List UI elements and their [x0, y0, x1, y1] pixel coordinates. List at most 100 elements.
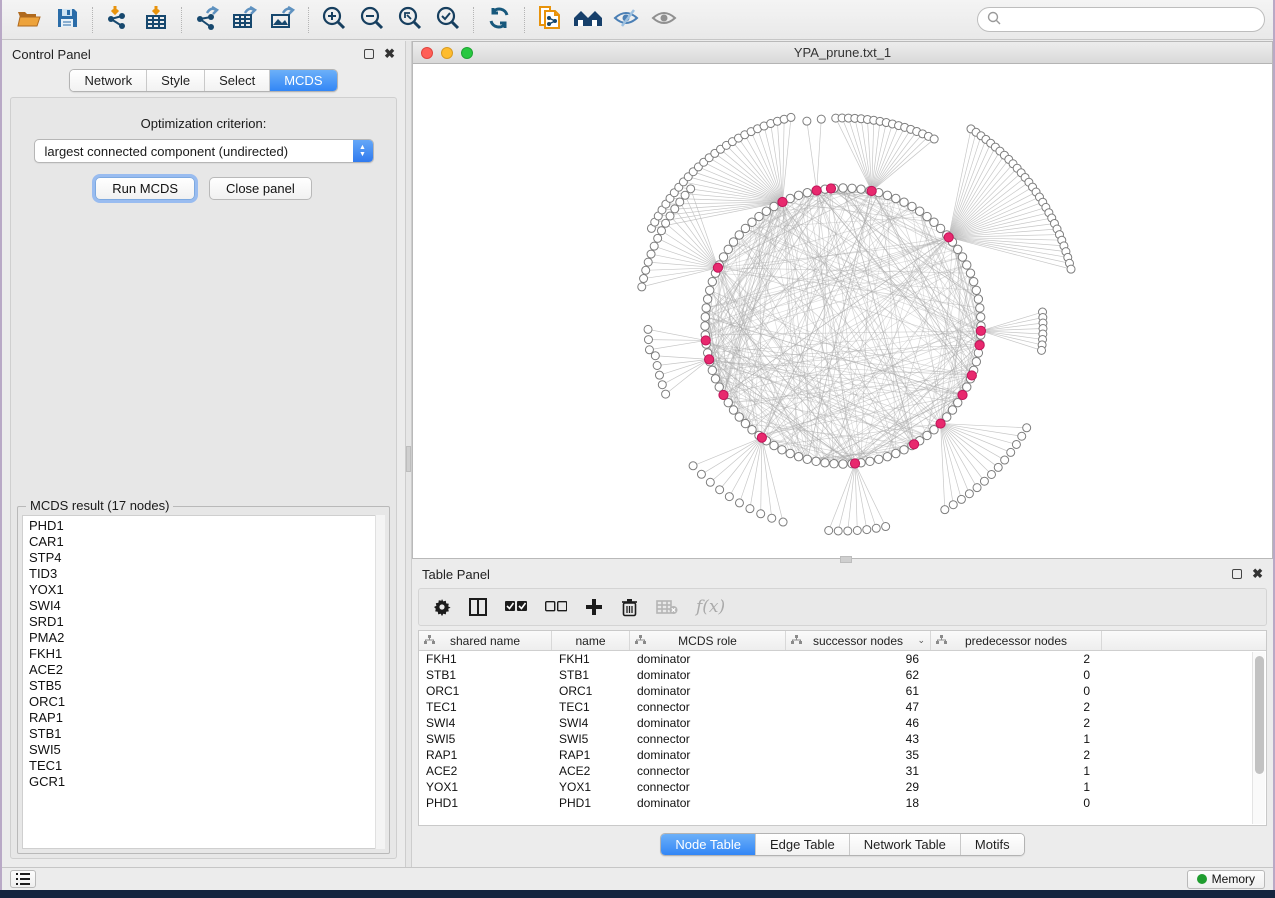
network-node[interactable] — [770, 441, 778, 449]
network-node[interactable] — [650, 242, 658, 250]
column-header-shared-name[interactable]: shared name — [419, 631, 552, 650]
network-node[interactable] — [657, 227, 665, 235]
column-header-name[interactable]: name — [552, 631, 630, 650]
mcds-result-list[interactable]: PHD1CAR1STP4TID3YOX1SWI4SRD1PMA2FKH1ACE2… — [22, 515, 385, 849]
network-node[interactable] — [875, 455, 883, 463]
close-panel-icon[interactable]: ✖ — [384, 49, 395, 59]
network-node[interactable] — [987, 470, 995, 478]
hide-selected-button[interactable] — [607, 4, 645, 36]
network-node[interactable] — [697, 470, 705, 478]
mcds-hub-node[interactable] — [975, 341, 984, 350]
table-vertical-scrollbar[interactable] — [1252, 652, 1265, 824]
tab-node-table[interactable]: Node Table — [661, 834, 756, 855]
network-node[interactable] — [702, 304, 710, 312]
network-node[interactable] — [644, 336, 652, 344]
task-history-button[interactable] — [10, 870, 36, 888]
deselect-all-checkboxes-button[interactable] — [545, 600, 567, 614]
network-node[interactable] — [647, 250, 655, 258]
network-node[interactable] — [866, 457, 874, 465]
mcds-result-item[interactable]: STP4 — [29, 550, 384, 566]
close-table-panel-icon[interactable]: ✖ — [1252, 569, 1263, 579]
mcds-hub-node[interactable] — [826, 184, 835, 193]
network-node[interactable] — [708, 277, 716, 285]
network-node[interactable] — [844, 527, 852, 535]
network-node[interactable] — [687, 185, 695, 193]
network-node[interactable] — [817, 115, 825, 123]
network-node[interactable] — [746, 505, 754, 513]
network-node[interactable] — [821, 459, 829, 467]
network-node[interactable] — [741, 419, 749, 427]
add-column-button[interactable] — [585, 598, 603, 616]
network-node[interactable] — [977, 313, 985, 321]
network-node[interactable] — [848, 184, 856, 192]
network-node[interactable] — [1018, 432, 1026, 440]
column-header-successor-nodes[interactable]: successor nodes⌄ — [786, 631, 931, 650]
sort-chevron-icon[interactable]: ⌄ — [917, 635, 925, 646]
network-node[interactable] — [1067, 265, 1075, 273]
network-node[interactable] — [834, 527, 842, 535]
mcds-hub-node[interactable] — [757, 433, 766, 442]
mcds-result-item[interactable]: SWI4 — [29, 598, 384, 614]
network-node[interactable] — [976, 304, 984, 312]
table-row[interactable]: PHD1PHD1dominator180 — [419, 795, 1266, 811]
network-node[interactable] — [803, 455, 811, 463]
network-node[interactable] — [883, 452, 891, 460]
network-node[interactable] — [729, 406, 737, 414]
mcds-hub-node[interactable] — [812, 186, 821, 195]
network-node[interactable] — [748, 218, 756, 226]
criterion-dropdown[interactable]: largest connected component (undirected)… — [34, 139, 374, 163]
mcds-result-item[interactable]: STB5 — [29, 678, 384, 694]
network-node[interactable] — [676, 198, 684, 206]
network-node[interactable] — [794, 452, 802, 460]
run-mcds-button[interactable]: Run MCDS — [95, 177, 195, 200]
result-list-scrollbar[interactable] — [375, 515, 385, 849]
network-node[interactable] — [825, 527, 833, 535]
zoom-in-button[interactable] — [315, 4, 353, 36]
network-node[interactable] — [715, 383, 723, 391]
network-canvas[interactable] — [413, 64, 1272, 558]
network-node[interactable] — [812, 457, 820, 465]
mcds-result-item[interactable]: PMA2 — [29, 630, 384, 646]
network-node[interactable] — [708, 366, 716, 374]
network-node[interactable] — [706, 286, 714, 294]
network-node[interactable] — [941, 506, 949, 514]
table-row[interactable]: ACE2ACE2connector311 — [419, 763, 1266, 779]
table-row[interactable]: SWI4SWI4dominator462 — [419, 715, 1266, 731]
zoom-out-button[interactable] — [353, 4, 391, 36]
network-node[interactable] — [725, 493, 733, 501]
mcds-result-item[interactable]: TID3 — [29, 566, 384, 582]
network-node[interactable] — [974, 295, 982, 303]
network-node[interactable] — [980, 477, 988, 485]
table-row[interactable]: SWI5SWI5connector431 — [419, 731, 1266, 747]
network-node[interactable] — [930, 218, 938, 226]
import-table-button[interactable] — [137, 4, 175, 36]
network-node[interactable] — [762, 207, 770, 215]
network-node[interactable] — [654, 234, 662, 242]
network-node[interactable] — [741, 224, 749, 232]
network-node[interactable] — [1023, 424, 1031, 432]
export-table-button[interactable] — [226, 4, 264, 36]
network-node[interactable] — [857, 185, 865, 193]
tab-network[interactable]: Network — [70, 70, 147, 91]
tab-motifs[interactable]: Motifs — [961, 834, 1024, 855]
tab-select[interactable]: Select — [205, 70, 270, 91]
mcds-hub-node[interactable] — [976, 326, 985, 335]
refresh-view-button[interactable] — [480, 4, 518, 36]
mcds-result-item[interactable]: STB1 — [29, 726, 384, 742]
network-node[interactable] — [803, 117, 811, 125]
zoom-fit-button[interactable] — [391, 4, 429, 36]
network-node[interactable] — [735, 413, 743, 421]
network-node[interactable] — [839, 184, 847, 192]
network-node[interactable] — [671, 205, 679, 213]
network-node[interactable] — [972, 286, 980, 294]
float-table-panel-icon[interactable] — [1232, 569, 1242, 579]
network-node[interactable] — [972, 358, 980, 366]
network-node[interactable] — [794, 191, 802, 199]
delete-column-button[interactable] — [621, 598, 638, 617]
mcds-result-item[interactable]: TEC1 — [29, 758, 384, 774]
network-node[interactable] — [779, 518, 787, 526]
mcds-hub-node[interactable] — [719, 390, 728, 399]
mcds-result-item[interactable]: SWI5 — [29, 742, 384, 758]
network-node[interactable] — [923, 212, 931, 220]
network-node[interactable] — [900, 198, 908, 206]
